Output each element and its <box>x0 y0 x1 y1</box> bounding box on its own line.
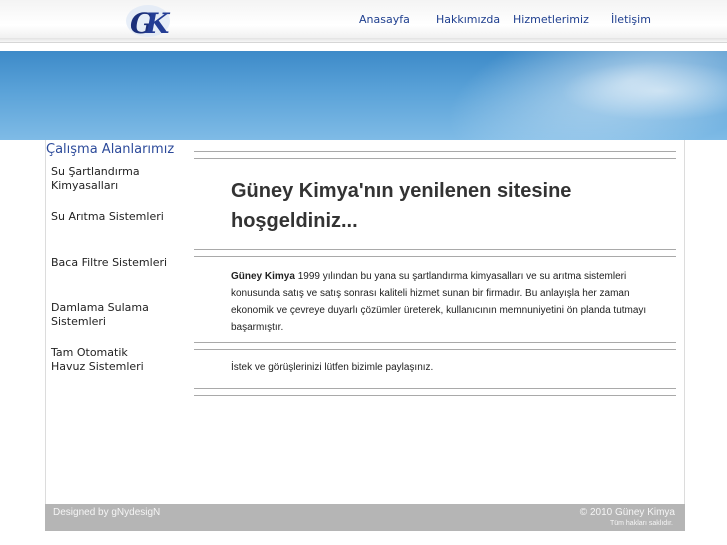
designer-credit[interactable]: Designed by gNydesigN <box>53 507 160 518</box>
divider <box>194 158 676 159</box>
sidebar-item-label: Tam Otomatik <box>51 346 128 359</box>
copyright: © 2010 Güney Kimya <box>579 507 675 518</box>
divider <box>194 342 676 343</box>
sidebar-item-damlama-sulama[interactable]: Damlama Sulama Sistemleri <box>51 301 191 329</box>
footer: Designed by gNydesigN © 2010 Güney Kimya… <box>45 504 685 531</box>
sidebar-item-label: Kimyasalları <box>51 179 119 192</box>
nav-iletisim[interactable]: İletişim <box>611 13 651 26</box>
header-shadow <box>0 38 727 42</box>
nav-hakkimizda[interactable]: Hakkımızda <box>436 13 500 26</box>
sidebar-item-baca-filtre[interactable]: Baca Filtre Sistemleri <box>51 256 191 270</box>
divider <box>194 388 676 389</box>
banner-cloud <box>560 61 727 121</box>
sidebar-item-label: Su Şartlandırma <box>51 165 140 178</box>
divider <box>194 151 676 152</box>
feedback-request: İstek ve görüşlerinizi lütfen bizimle pa… <box>231 362 434 373</box>
intro-paragraph: Güney Kimya 1999 yılından bu yana su şar… <box>231 268 671 336</box>
sidebar-item-label: Su Arıtma Sistemleri <box>51 210 164 223</box>
sidebar-item-su-aritma[interactable]: Su Arıtma Sistemleri <box>51 210 191 224</box>
company-name: Güney Kimya <box>231 271 295 282</box>
divider <box>194 349 676 350</box>
sidebar-item-label: Sistemleri <box>51 315 106 328</box>
sidebar-item-label: Damlama Sulama <box>51 301 149 314</box>
main-nav: Anasayfa Hakkımızda Hizmetlerimiz İletiş… <box>0 13 727 29</box>
divider <box>194 256 676 257</box>
top-header: G K Anasayfa Hakkımızda Hizmetlerimiz İl… <box>0 0 727 43</box>
sidebar-item-label: Baca Filtre Sistemleri <box>51 256 168 269</box>
sidebar-item-su-sartlandirma[interactable]: Su Şartlandırma Kimyasalları <box>51 165 191 193</box>
sidebar-item-havuz-sistemleri[interactable]: Tam Otomatik Havuz Sistemleri <box>51 346 191 374</box>
header-banner <box>0 51 727 140</box>
nav-hizmetlerimiz[interactable]: Hizmetlerimiz <box>513 13 589 26</box>
welcome-headline: Güney Kimya'nın yenilenen sitesine hoşge… <box>231 180 572 232</box>
sidebar-title: Çalışma Alanlarımız <box>46 142 175 157</box>
sidebar-item-label: Havuz Sistemleri <box>51 360 144 373</box>
divider <box>194 395 676 396</box>
nav-anasayfa[interactable]: Anasayfa <box>359 13 410 26</box>
divider <box>194 249 676 250</box>
rights-reserved: Tüm hakları saklıdır. <box>609 520 673 527</box>
